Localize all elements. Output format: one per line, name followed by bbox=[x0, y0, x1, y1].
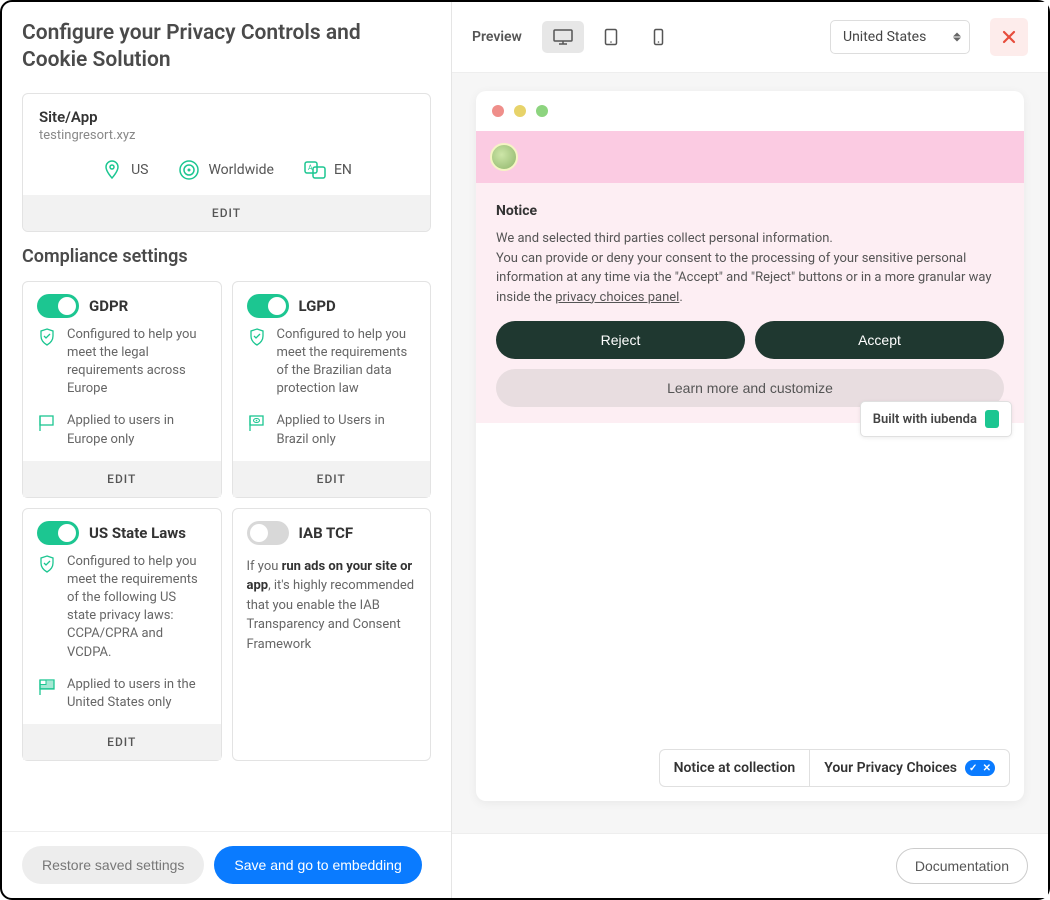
shield-check-icon bbox=[247, 327, 267, 347]
site-domain: testingresort.xyz bbox=[39, 128, 414, 143]
flag-eye-icon bbox=[247, 413, 267, 433]
documentation-button[interactable]: Documentation bbox=[896, 848, 1028, 884]
site-logo-icon bbox=[490, 143, 518, 171]
mobile-icon bbox=[653, 28, 664, 46]
language-icon: A bbox=[304, 159, 326, 181]
cookie-notice: Notice We and selected third parties col… bbox=[476, 183, 1024, 423]
device-desktop-button[interactable] bbox=[542, 21, 584, 53]
iab-tcf-desc: If you run ads on your site or app, it's… bbox=[233, 553, 431, 669]
site-audience: Worldwide bbox=[178, 159, 273, 181]
flag-icon bbox=[37, 413, 57, 433]
notice-at-collection-button[interactable]: Notice at collection bbox=[659, 749, 810, 787]
gdpr-toggle[interactable] bbox=[37, 294, 79, 318]
site-edit-button[interactable]: EDIT bbox=[23, 195, 430, 231]
gdpr-card: GDPR Configured to help you meet the leg… bbox=[22, 281, 222, 498]
privacy-choices-link[interactable]: privacy choices panel bbox=[555, 290, 679, 305]
shield-check-icon bbox=[37, 554, 57, 574]
device-tablet-button[interactable] bbox=[590, 21, 632, 53]
bottom-chips: Notice at collection Your Privacy Choice… bbox=[659, 749, 1010, 787]
preview-footer: Documentation bbox=[452, 833, 1048, 898]
config-scroll[interactable]: Site/App testingresort.xyz US bbox=[2, 83, 451, 831]
iab-tcf-card: IAB TCF If you run ads on your site or a… bbox=[232, 508, 432, 762]
close-button[interactable] bbox=[990, 18, 1028, 56]
lgpd-toggle[interactable] bbox=[247, 294, 289, 318]
config-panel: Configure your Privacy Controls and Cook… bbox=[2, 2, 452, 898]
svg-text:A: A bbox=[308, 164, 313, 172]
site-card: Site/App testingresort.xyz US bbox=[22, 93, 431, 232]
preview-panel: Preview United States bbox=[452, 2, 1048, 898]
page-title: Configure your Privacy Controls and Cook… bbox=[22, 20, 431, 75]
browser-mock: Notice We and selected third parties col… bbox=[476, 91, 1024, 801]
site-banner bbox=[476, 131, 1024, 183]
lgpd-edit-button[interactable]: EDIT bbox=[233, 461, 431, 497]
lgpd-card: LGPD Configured to help you meet the req… bbox=[232, 281, 432, 498]
accept-button[interactable]: Accept bbox=[755, 321, 1004, 359]
preview-toolbar: Preview United States bbox=[452, 2, 1048, 73]
iab-tcf-toggle[interactable] bbox=[247, 521, 289, 545]
country-select[interactable]: United States bbox=[830, 20, 970, 54]
compliance-heading: Compliance settings bbox=[22, 246, 431, 267]
restore-button[interactable]: Restore saved settings bbox=[22, 846, 204, 884]
us-flag-icon bbox=[37, 677, 57, 697]
save-button[interactable]: Save and go to embedding bbox=[214, 846, 421, 884]
config-footer: Restore saved settings Save and go to em… bbox=[2, 831, 451, 898]
traffic-red-icon bbox=[492, 105, 504, 117]
reject-button[interactable]: Reject bbox=[496, 321, 745, 359]
location-icon bbox=[101, 159, 123, 181]
cookie-title: Notice bbox=[496, 203, 1004, 219]
cookie-text: We and selected third parties collect pe… bbox=[496, 229, 1004, 307]
site-country: US bbox=[101, 159, 148, 181]
tablet-icon bbox=[604, 28, 618, 46]
preview-area: Notice We and selected third parties col… bbox=[452, 73, 1048, 833]
us-laws-card: US State Laws Configured to help you mee… bbox=[22, 508, 222, 762]
privacy-choices-icon bbox=[965, 760, 995, 776]
traffic-yellow-icon bbox=[514, 105, 526, 117]
device-mobile-button[interactable] bbox=[638, 21, 680, 53]
chevron-updown-icon bbox=[953, 33, 961, 42]
close-icon bbox=[1001, 29, 1017, 45]
site-label: Site/App bbox=[39, 108, 414, 126]
window-traffic-lights bbox=[476, 91, 1024, 131]
desktop-icon bbox=[552, 28, 574, 46]
us-laws-toggle[interactable] bbox=[37, 521, 79, 545]
built-with-badge[interactable]: Built with iubenda bbox=[860, 401, 1012, 437]
shield-check-icon bbox=[37, 327, 57, 347]
iubenda-icon bbox=[985, 410, 999, 428]
target-icon bbox=[178, 159, 200, 181]
us-laws-edit-button[interactable]: EDIT bbox=[23, 724, 221, 760]
preview-label: Preview bbox=[472, 29, 522, 45]
your-privacy-choices-button[interactable]: Your Privacy Choices bbox=[809, 749, 1010, 787]
site-lang: A EN bbox=[304, 159, 352, 181]
gdpr-edit-button[interactable]: EDIT bbox=[23, 461, 221, 497]
traffic-green-icon bbox=[536, 105, 548, 117]
